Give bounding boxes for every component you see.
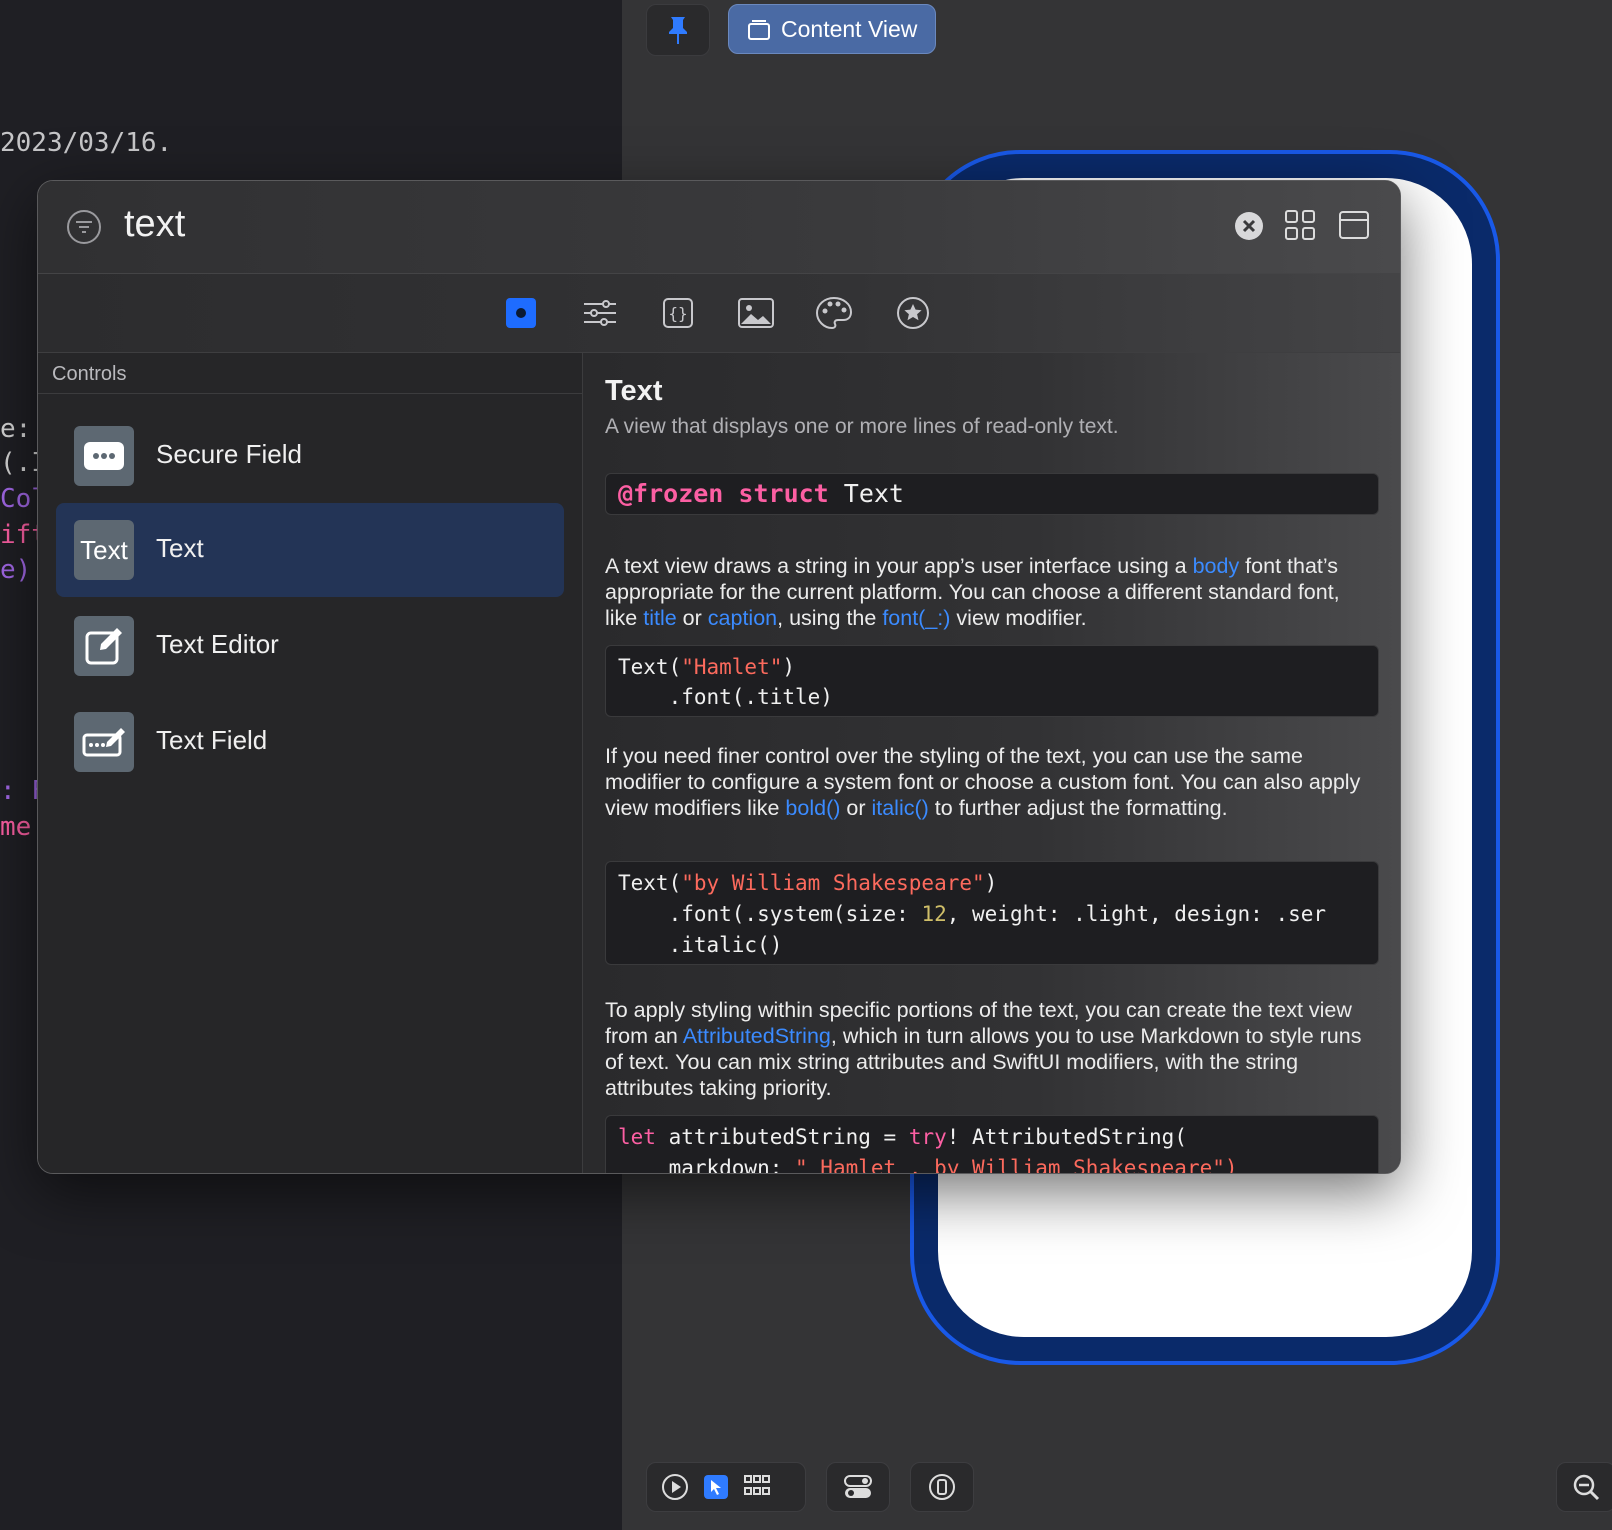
stack-icon <box>748 20 770 40</box>
code-fragment: e: <box>0 414 32 444</box>
library-header: text <box>38 181 1400 274</box>
section-divider <box>38 393 582 394</box>
link-bold[interactable]: bold() <box>785 796 840 820</box>
braces-icon: {} <box>663 298 693 328</box>
svg-text:{}: {} <box>668 304 687 323</box>
library-tab-bar: {} <box>38 274 1400 353</box>
tab-snippets[interactable]: {} <box>657 292 699 334</box>
sliders-icon <box>584 300 616 326</box>
detail-paragraph-2: If you need finer control over the styli… <box>605 744 1361 820</box>
device-settings-button[interactable] <box>826 1462 890 1512</box>
text-editor-icon <box>74 616 134 676</box>
content-view-label: Content View <box>781 15 918 42</box>
text-field-icon <box>74 712 134 772</box>
library-item-secure-field[interactable]: Secure Field <box>56 409 564 503</box>
declaration-code: @frozen struct Text <box>605 473 1379 515</box>
link-italic[interactable]: italic() <box>871 796 928 820</box>
library-detail[interactable]: Text A view that displays one or more li… <box>583 353 1400 1173</box>
library-item-label: Text Editor <box>156 629 279 659</box>
select-icon[interactable] <box>703 1474 729 1500</box>
tab-images[interactable] <box>735 292 777 334</box>
section-label-controls: Controls <box>52 363 127 385</box>
variants-icon[interactable] <box>743 1474 771 1500</box>
preview-mode-controls <box>646 1462 806 1512</box>
code-sample-1: Text("Hamlet") .font(.title) <box>605 645 1379 717</box>
link-font[interactable]: font(_:) <box>882 606 950 630</box>
link-title[interactable]: title <box>643 606 676 630</box>
code-sample-2: Text("by William Shakespeare") .font(.sy… <box>605 861 1379 965</box>
views-icon <box>506 298 536 328</box>
star-icon <box>897 297 929 329</box>
device-icon <box>929 1474 955 1500</box>
detail-subtitle: A view that displays one or more lines o… <box>605 415 1119 438</box>
tab-colors[interactable] <box>813 292 855 334</box>
text-icon: Text <box>74 520 134 580</box>
link-caption[interactable]: caption <box>708 606 777 630</box>
link-attributed-string[interactable]: AttributedString <box>683 1024 831 1048</box>
library-item-text-field[interactable]: Text Field <box>56 695 564 789</box>
library-item-label: Text <box>156 533 204 563</box>
play-icon[interactable] <box>661 1473 689 1501</box>
code-date-line: 2023/03/16. <box>0 128 173 158</box>
library-item-text[interactable]: Text Text <box>56 503 564 597</box>
grid-view-icon[interactable] <box>1284 209 1316 241</box>
code-fragment: me <box>0 812 32 842</box>
secure-field-icon <box>74 426 134 486</box>
detail-paragraph-1: A text view draws a string in your app’s… <box>605 554 1340 630</box>
detail-view-icon[interactable] <box>1338 209 1370 241</box>
tab-views[interactable] <box>500 292 542 334</box>
library-item-text-editor[interactable]: Text Editor <box>56 599 564 693</box>
zoom-button[interactable] <box>1556 1462 1612 1512</box>
palette-icon <box>815 296 853 330</box>
filter-icon[interactable] <box>66 209 102 245</box>
link-body[interactable]: body <box>1193 554 1240 578</box>
library-panel: text {} Controls Secure Field Text Text … <box>37 180 1401 1174</box>
detail-title: Text <box>605 375 663 407</box>
code-fragment: e) <box>0 555 32 585</box>
search-input[interactable]: text <box>124 203 185 246</box>
library-item-label: Text Field <box>156 725 268 755</box>
library-sidebar: Controls Secure Field Text Text Text Edi… <box>38 353 583 1173</box>
device-rotate-button[interactable] <box>910 1462 974 1512</box>
pin-icon <box>669 17 687 44</box>
library-item-label: Secure Field <box>156 439 302 469</box>
pin-button[interactable] <box>646 4 710 56</box>
detail-paragraph-3: To apply styling within specific portion… <box>605 998 1362 1100</box>
tab-favorites[interactable] <box>892 292 934 334</box>
content-view-button[interactable]: Content View <box>728 4 936 54</box>
toggle-settings-icon <box>844 1475 872 1498</box>
clear-search-icon[interactable] <box>1234 211 1264 241</box>
tab-modifiers[interactable] <box>579 292 621 334</box>
code-sample-3: let attributedString = try! AttributedSt… <box>605 1115 1379 1173</box>
photo-icon <box>738 298 774 328</box>
zoom-out-icon <box>1573 1474 1600 1501</box>
